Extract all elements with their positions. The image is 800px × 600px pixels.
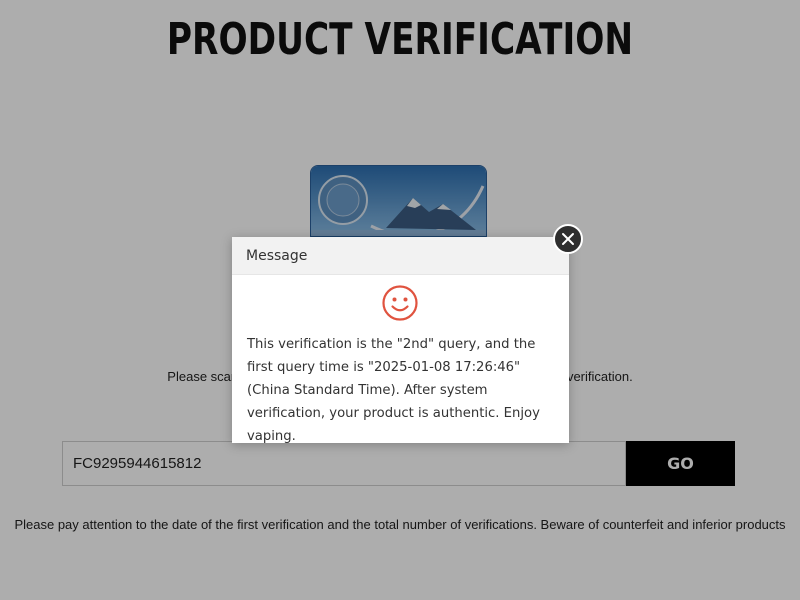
dialog-title: Message <box>232 237 569 275</box>
message-dialog: Message This verification is the "2nd" q… <box>232 237 569 444</box>
close-icon <box>562 233 574 245</box>
dialog-message: This verification is the "2nd" query, an… <box>247 337 540 444</box>
close-button[interactable] <box>553 224 583 254</box>
smiley-icon <box>382 285 418 321</box>
